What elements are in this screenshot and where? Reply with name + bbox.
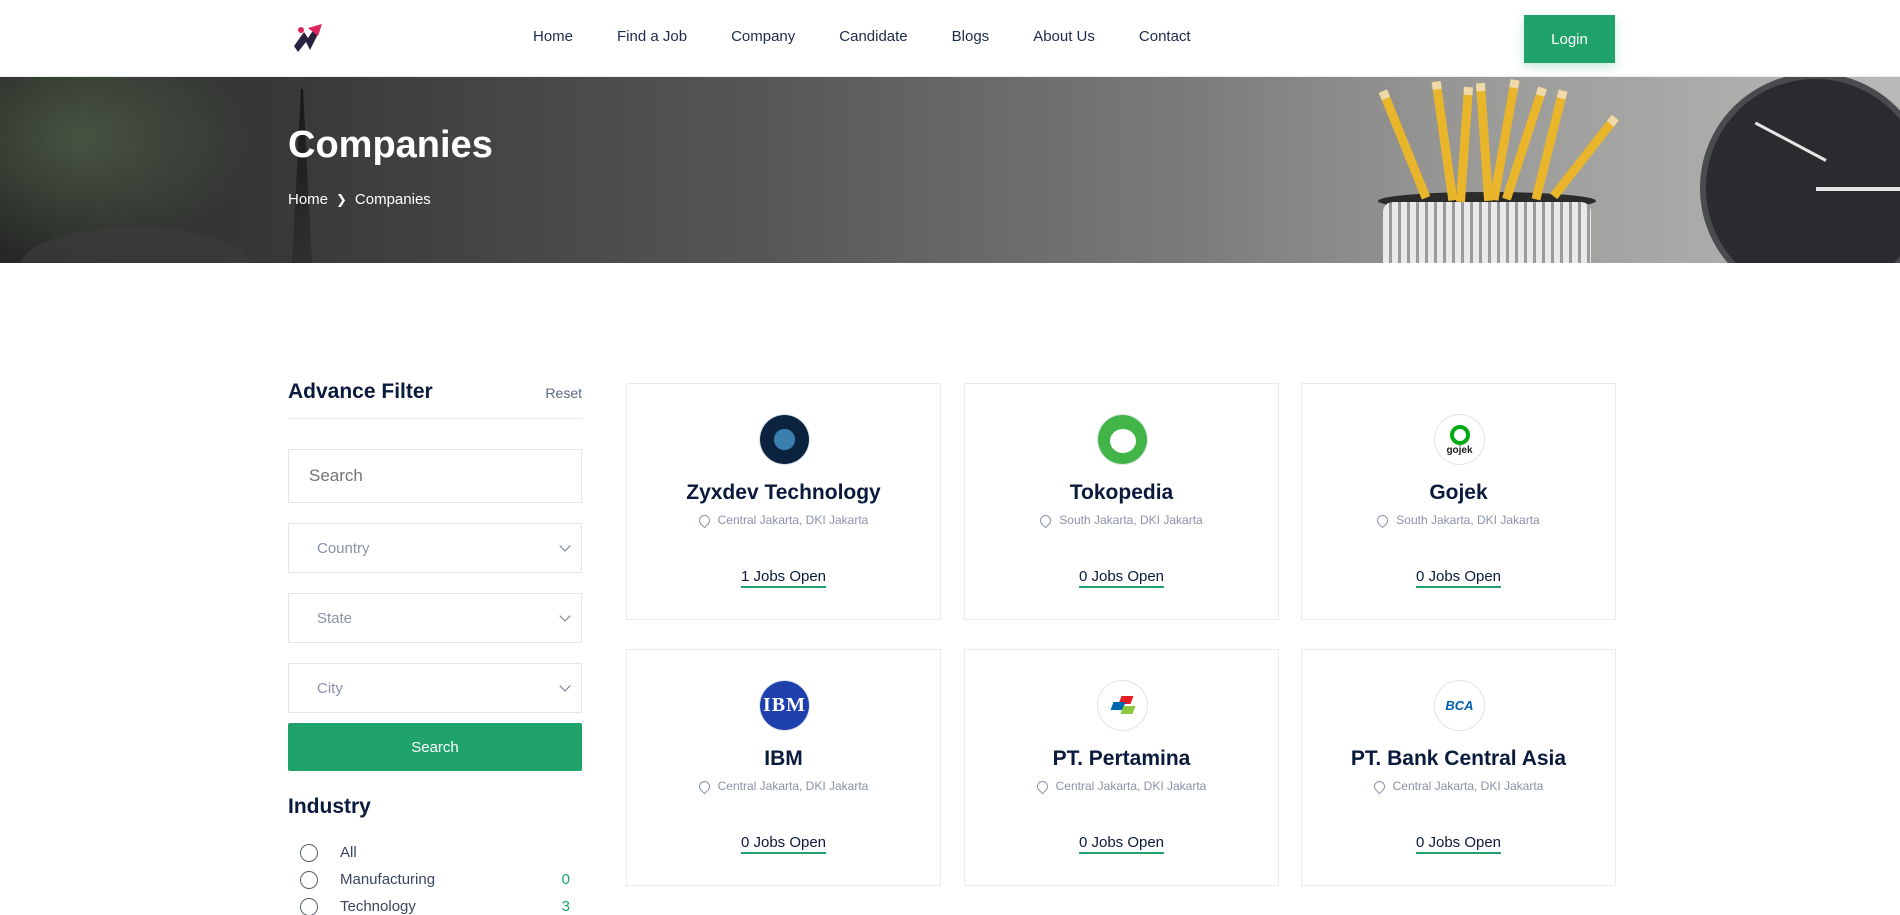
company-name[interactable]: Tokopedia [965,481,1278,505]
jobs-open-link[interactable]: 0 Jobs Open [1302,568,1615,588]
nav-company[interactable]: Company [731,28,795,45]
industry-label: Technology [340,898,416,915]
search-button[interactable]: Search [288,723,582,771]
filter-header: Advance Filter Reset [288,380,582,419]
chevron-down-icon [559,610,571,622]
pencil-decoration [1456,86,1473,203]
company-location: Central Jakarta, DKI Jakarta [627,512,940,528]
radio-button[interactable] [300,843,318,862]
reset-link[interactable]: Reset [545,385,582,401]
breadcrumb: Home ❯ Companies [288,191,431,208]
location-pin-icon [1371,778,1387,794]
page-title: Companies [288,124,493,166]
company-card[interactable]: gojek Gojek South Jakarta, DKI Jakarta 0… [1301,383,1616,620]
nav-candidate[interactable]: Candidate [839,28,907,45]
bca-logo: BCA [1434,680,1485,731]
country-select[interactable]: Country [288,523,582,573]
company-card[interactable]: BCA PT. Bank Central Asia Central Jakart… [1301,649,1616,886]
location-pin-icon [1375,512,1391,528]
page-banner: Companies Home ❯ Companies [0,77,1900,263]
industry-label: All [340,844,357,861]
company-location: Central Jakarta, DKI Jakarta [1302,778,1615,794]
pencil-decoration [1378,89,1431,200]
company-location: Central Jakarta, DKI Jakarta [965,778,1278,794]
location-pin-icon [1034,778,1050,794]
industry-count: 3 [561,898,570,915]
breadcrumb-home[interactable]: Home [288,191,328,208]
nav-home[interactable]: Home [533,28,573,45]
main-nav: Home Find a Job Company Candidate Blogs … [533,0,1235,72]
jobs-open-link[interactable]: 0 Jobs Open [965,568,1278,588]
industry-title: Industry [288,795,371,818]
nav-blogs[interactable]: Blogs [952,28,990,45]
company-location: South Jakarta, DKI Jakarta [1302,512,1615,528]
login-button[interactable]: Login [1524,15,1615,63]
state-select-value: State [317,609,353,627]
company-card[interactable]: PT. Pertamina Central Jakarta, DKI Jakar… [964,649,1279,886]
search-input[interactable] [288,449,582,503]
filter-title: Advance Filter [288,380,433,403]
company-location: South Jakarta, DKI Jakarta [965,512,1278,528]
jobs-open-link[interactable]: 1 Jobs Open [627,568,940,588]
location-pin-icon [696,778,712,794]
company-card[interactable]: Zyxdev Technology Central Jakarta, DKI J… [626,383,941,620]
company-card[interactable]: Tokopedia South Jakarta, DKI Jakarta 0 J… [964,383,1279,620]
industry-option-technology[interactable]: Technology 3 [288,893,582,915]
company-card[interactable]: IBM IBM Central Jakarta, DKI Jakarta 0 J… [626,649,941,886]
banner-tower-decoration [292,89,312,263]
radio-button[interactable] [300,897,318,915]
country-select-value: Country [317,539,370,557]
pertamina-logo [1097,680,1148,731]
clock-decoration [1700,77,1900,263]
company-name[interactable]: PT. Bank Central Asia [1302,747,1615,771]
chevron-down-icon [559,680,571,692]
location-pin-icon [1038,512,1054,528]
jobs-open-link[interactable]: 0 Jobs Open [1302,834,1615,854]
pencil-decoration [1475,82,1494,202]
city-select[interactable]: City [288,663,582,713]
site-header: Home Find a Job Company Candidate Blogs … [0,0,1900,77]
jobs-open-link[interactable]: 0 Jobs Open [627,834,940,854]
industry-label: Manufacturing [340,871,436,888]
radio-button[interactable] [300,870,318,889]
industry-list: All Manufacturing 0 Technology 3 [288,839,582,915]
pencil-decoration [1550,114,1619,200]
company-name[interactable]: Gojek [1302,481,1615,505]
nav-find-a-job[interactable]: Find a Job [617,28,687,45]
company-location: Central Jakarta, DKI Jakarta [627,778,940,794]
company-name[interactable]: PT. Pertamina [965,747,1278,771]
chevron-right-icon: ❯ [336,191,347,207]
nav-about-us[interactable]: About Us [1033,28,1095,45]
filter-sidebar: Advance Filter Reset Country State City … [288,380,582,915]
city-select-value: City [317,679,343,697]
pencil-decoration [1431,80,1458,202]
company-name[interactable]: IBM [627,747,940,771]
ibm-logo: IBM [759,680,810,731]
company-name[interactable]: Zyxdev Technology [627,481,940,505]
zyxdev-logo [759,414,810,465]
state-select[interactable]: State [288,593,582,643]
chevron-down-icon [559,540,571,552]
tokopedia-logo [1097,414,1148,465]
industry-option-manufacturing[interactable]: Manufacturing 0 [288,866,582,893]
industry-count: 0 [561,871,570,888]
industry-option-all[interactable]: All [288,839,582,866]
gojek-logo: gojek [1434,414,1485,465]
banner-cup-decoration [1383,202,1591,263]
brand-logo[interactable] [290,22,326,56]
breadcrumb-current: Companies [354,191,431,208]
jobs-open-link[interactable]: 0 Jobs Open [965,834,1278,854]
nav-contact[interactable]: Contact [1139,28,1191,45]
location-pin-icon [696,512,712,528]
